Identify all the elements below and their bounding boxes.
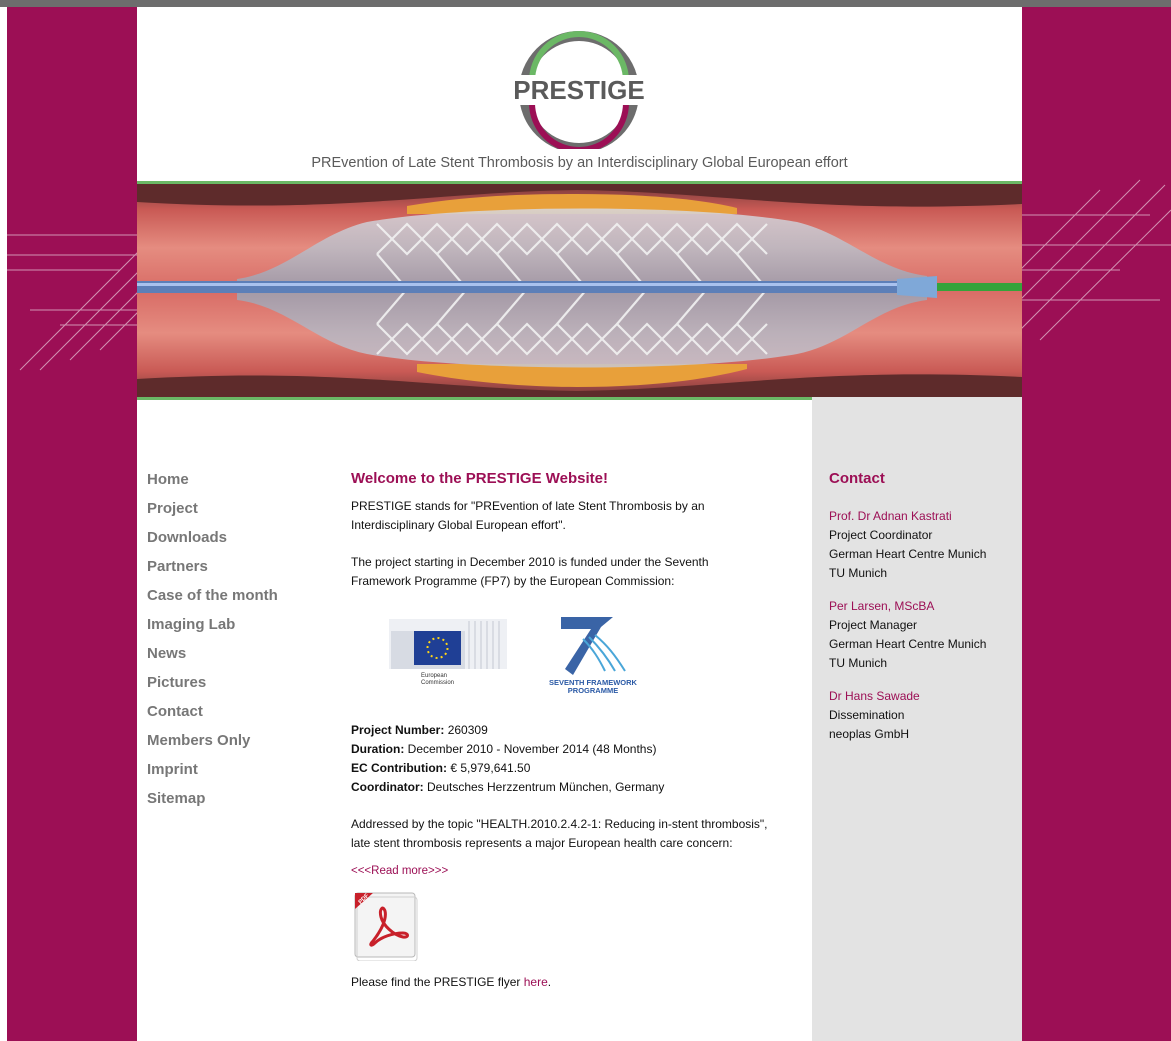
logo-text: PRESTIGE bbox=[513, 75, 644, 105]
contact-person: Prof. Dr Adnan Kastrati Project Coordina… bbox=[829, 507, 1019, 583]
nav-home[interactable]: Home bbox=[147, 470, 278, 499]
svg-text:PROGRAMME: PROGRAMME bbox=[568, 686, 618, 695]
contact-person: Per Larsen, MScBA Project Manager German… bbox=[829, 597, 1019, 673]
flyer-here-link[interactable]: here bbox=[524, 975, 548, 989]
svg-text:Commission: Commission bbox=[421, 680, 454, 686]
left-edge-strip bbox=[0, 7, 7, 1041]
fact-coordinator: Coordinator: Deutsches Herzzentrum Münch… bbox=[351, 780, 665, 794]
nav-downloads[interactable]: Downloads bbox=[147, 528, 278, 557]
read-more-link[interactable]: <<<Read more>>> bbox=[351, 865, 448, 877]
contact-name: Prof. Dr Adnan Kastrati bbox=[829, 509, 952, 523]
nav-pictures[interactable]: Pictures bbox=[147, 673, 278, 702]
funder-logos: European Commission SEVENTH FRAMEWORK PR… bbox=[351, 609, 771, 709]
contact-org: TU Munich bbox=[829, 566, 888, 580]
contact-name: Per Larsen, MScBA bbox=[829, 599, 935, 613]
nav-partners[interactable]: Partners bbox=[147, 557, 278, 586]
site-tagline: PREvention of Late Stent Thrombosis by a… bbox=[311, 155, 848, 171]
european-commission-logo[interactable]: European Commission bbox=[389, 611, 509, 699]
page-container: PRESTIGE PREvention of Late Stent Thromb… bbox=[137, 7, 1022, 1041]
nav-project[interactable]: Project bbox=[147, 499, 278, 528]
site-header: PRESTIGE PREvention of Late Stent Thromb… bbox=[137, 7, 1022, 183]
fact-project-number: Project Number: 260309 bbox=[351, 723, 488, 737]
nav-news[interactable]: News bbox=[147, 644, 278, 673]
pdf-flyer-icon[interactable]: PDF bbox=[353, 889, 419, 962]
contact-org: TU Munich bbox=[829, 656, 888, 670]
contact-org: German Heart Centre Munich bbox=[829, 637, 987, 651]
fact-ec-contribution: EC Contribution: € 5,979,641.50 bbox=[351, 761, 531, 775]
funding-paragraph: The project starting in December 2010 is… bbox=[351, 555, 709, 588]
project-facts: Project Number: 260309 Duration: Decembe… bbox=[351, 721, 771, 797]
contact-org: neoplas GmbH bbox=[829, 727, 910, 741]
fact-duration: Duration: December 2010 - November 2014 … bbox=[351, 742, 657, 756]
contact-role: Dissemination bbox=[829, 708, 905, 722]
page-title: Welcome to the PRESTIGE Website! bbox=[351, 470, 608, 487]
intro-paragraph: PRESTIGE stands for "PREvention of late … bbox=[351, 499, 705, 532]
nav-imprint[interactable]: Imprint bbox=[147, 760, 278, 789]
topic-paragraph: Addressed by the topic "HEALTH.2010.2.4.… bbox=[351, 817, 768, 850]
top-border bbox=[0, 0, 1171, 7]
main-content: Welcome to the PRESTIGE Website! PRESTIG… bbox=[351, 470, 771, 989]
prestige-logo[interactable]: PRESTIGE bbox=[504, 31, 654, 149]
nav-imaging-lab[interactable]: Imaging Lab bbox=[147, 615, 278, 644]
contact-panel: Contact Prof. Dr Adnan Kastrati Project … bbox=[829, 470, 1019, 758]
nav-members-only[interactable]: Members Only bbox=[147, 731, 278, 760]
contact-role: Project Manager bbox=[829, 618, 918, 632]
main-navigation: Home Project Downloads Partners Case of … bbox=[147, 470, 278, 818]
nav-sitemap[interactable]: Sitemap bbox=[147, 789, 278, 818]
flyer-note: Please find the PRESTIGE flyer here. bbox=[351, 975, 552, 989]
stent-banner-image bbox=[137, 181, 1022, 400]
contact-person: Dr Hans Sawade Dissemination neoplas Gmb… bbox=[829, 687, 1019, 744]
nav-case-of-the-month[interactable]: Case of the month bbox=[147, 586, 278, 615]
svg-text:European: European bbox=[421, 673, 447, 679]
fp7-logo[interactable]: SEVENTH FRAMEWORK PROGRAMME bbox=[543, 609, 643, 701]
contact-org: German Heart Centre Munich bbox=[829, 547, 987, 561]
contact-name: Dr Hans Sawade bbox=[829, 689, 920, 703]
contact-title: Contact bbox=[829, 470, 885, 487]
contact-role: Project Coordinator bbox=[829, 528, 933, 542]
nav-contact[interactable]: Contact bbox=[147, 702, 278, 731]
